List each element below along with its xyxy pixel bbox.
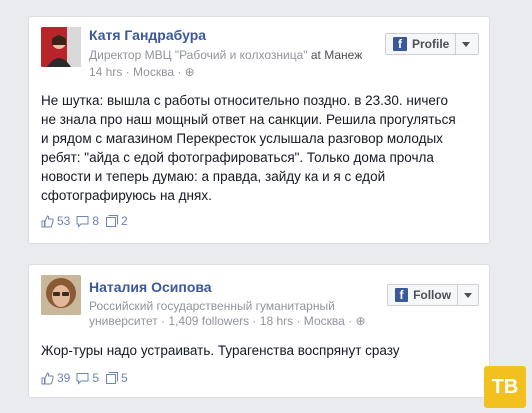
globe-icon: ⊕ [355,314,366,328]
post-text-line: сфотографируюсь на днях. [41,188,212,203]
likes-count: 39 [57,371,71,385]
button-divider [455,34,457,54]
watermark-logo: TB [484,366,526,408]
shares-stat[interactable]: 5 [105,371,128,385]
shares-stat[interactable]: 2 [105,214,128,228]
share-icon [106,371,119,384]
post-card: Наталия Осипова Российский государственн… [28,264,490,398]
place-link[interactable]: Манеж [324,48,362,62]
comments-stat[interactable]: 8 [76,214,99,228]
shares-count: 2 [121,214,128,228]
facebook-icon: f [395,288,409,302]
chevron-down-icon[interactable] [464,292,472,298]
avatar-photo [41,275,81,315]
comments-stat[interactable]: 5 [76,371,99,385]
comment-icon [76,215,89,228]
post-card: Катя Гандрабура Директор МВЦ "Рабочий и … [28,16,490,244]
chevron-down-icon[interactable] [462,41,471,47]
profile-button[interactable]: f Profile [385,33,479,55]
profile-button-label: Profile [412,37,450,51]
avatar[interactable] [41,27,81,67]
like-icon [41,371,54,384]
post-text-line: Не шутка: вышла с работы относительно по… [41,93,449,108]
author-title: Директор МВЦ "Рабочий и колхозница" [89,48,308,62]
author-meta: Российский государственный гуманитарный [89,299,335,313]
post-stats: 39 5 5 [41,371,134,385]
post-time[interactable]: 14 hrs [89,65,122,79]
author-meta: Директор МВЦ "Рабочий и колхозница" at М… [89,47,362,63]
comments-count: 5 [92,371,100,385]
likes-count: 53 [57,214,71,228]
likes-stat[interactable]: 53 [41,214,70,228]
follow-button-label: Follow [413,288,452,302]
author-name[interactable]: Наталия Осипова [89,279,212,295]
post-text-line: новости и теперь думаю: а правда, зайду … [41,169,386,184]
button-divider [457,285,458,305]
like-icon [41,214,54,227]
post-location[interactable]: Москва [133,65,174,79]
post-stats: 53 8 2 [41,214,134,228]
likes-stat[interactable]: 39 [41,371,70,385]
post-text: Не шутка: вышла с работы относительно по… [41,91,456,205]
post-text-line: ребят: "айда с едой фотографироваться". … [41,150,434,165]
comment-icon [76,372,89,385]
meta-details: университет · 1,409 followers · 18 hrs ·… [89,314,353,328]
post-time-line: 14 hrs · Москва · ⊕ [89,65,195,79]
post-text-line: и рядом с магазином Перекресток услышала… [41,131,443,146]
globe-icon: ⊕ [184,65,195,79]
post-text: Жор-туры надо устраивать. Турагенства во… [41,343,400,358]
post-text-line: не знала про наш мощный ответ на санкции… [41,112,456,127]
at-label: at [310,48,321,62]
author-name[interactable]: Катя Гандрабура [89,27,206,43]
comments-count: 8 [92,214,100,228]
avatar[interactable] [41,275,81,315]
shares-count: 5 [121,371,128,385]
facebook-icon: f [393,37,407,51]
follow-button[interactable]: f Follow [387,284,479,306]
author-meta-line2: университет · 1,409 followers · 18 hrs ·… [89,313,366,329]
share-icon [106,214,119,227]
avatar-photo [41,27,81,67]
